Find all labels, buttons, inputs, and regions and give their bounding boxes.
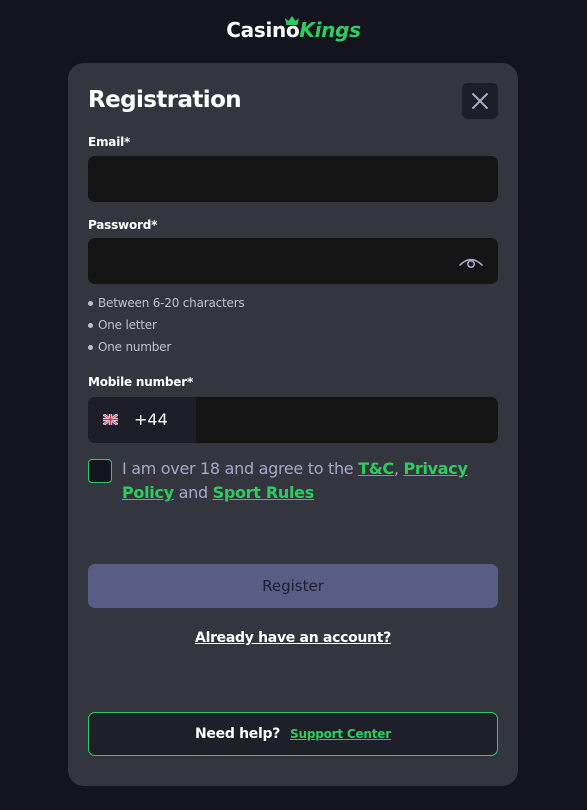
country-code: +44 xyxy=(134,410,168,429)
password-rules: Between 6-20 characters One letter One n… xyxy=(88,292,245,358)
password-rule: One letter xyxy=(88,314,244,336)
registration-modal: Registration Email* Password* Between 6-… xyxy=(68,63,518,786)
help-box: Need help? Support Center xyxy=(88,712,498,756)
password-label: Password* xyxy=(88,218,158,232)
password-rule: One number xyxy=(88,336,244,358)
register-button[interactable]: Register xyxy=(88,564,498,608)
email-label: Email* xyxy=(88,135,131,149)
close-icon xyxy=(472,93,488,109)
phone-input[interactable] xyxy=(196,397,498,443)
sport-rules-link[interactable]: Sport Rules xyxy=(213,483,315,502)
bullet-icon xyxy=(88,344,93,350)
password-rule: Between 6-20 characters xyxy=(88,292,245,314)
logo-wordmark: Casino Kings xyxy=(226,16,361,42)
email-input[interactable] xyxy=(88,156,498,202)
close-button[interactable] xyxy=(462,83,498,119)
modal-title: Registration xyxy=(88,87,242,113)
already-have-account-link[interactable]: Already have an account? xyxy=(68,630,518,646)
password-input[interactable] xyxy=(88,238,498,284)
bullet-icon xyxy=(88,322,93,328)
terms-checkbox[interactable] xyxy=(88,459,112,483)
bullet-icon xyxy=(88,300,93,306)
logo[interactable]: Casino Kings xyxy=(0,16,587,42)
crown-icon xyxy=(285,16,300,25)
logo-kings-text: Kings xyxy=(299,18,361,42)
terms-text: I am over 18 and agree to the T&C, Priva… xyxy=(122,459,468,502)
mobile-label: Mobile number* xyxy=(88,375,194,389)
tc-link[interactable]: T&C xyxy=(358,459,394,478)
mobile-number-field: +44 xyxy=(88,397,498,443)
eye-icon[interactable] xyxy=(458,253,484,271)
uk-flag-icon xyxy=(103,414,118,425)
country-code-select[interactable]: +44 xyxy=(88,397,196,443)
page: Casino Kings Registration Email* Passwor… xyxy=(0,0,587,810)
support-center-link[interactable]: Support Center xyxy=(290,727,391,741)
need-help-text: Need help? xyxy=(195,726,281,742)
